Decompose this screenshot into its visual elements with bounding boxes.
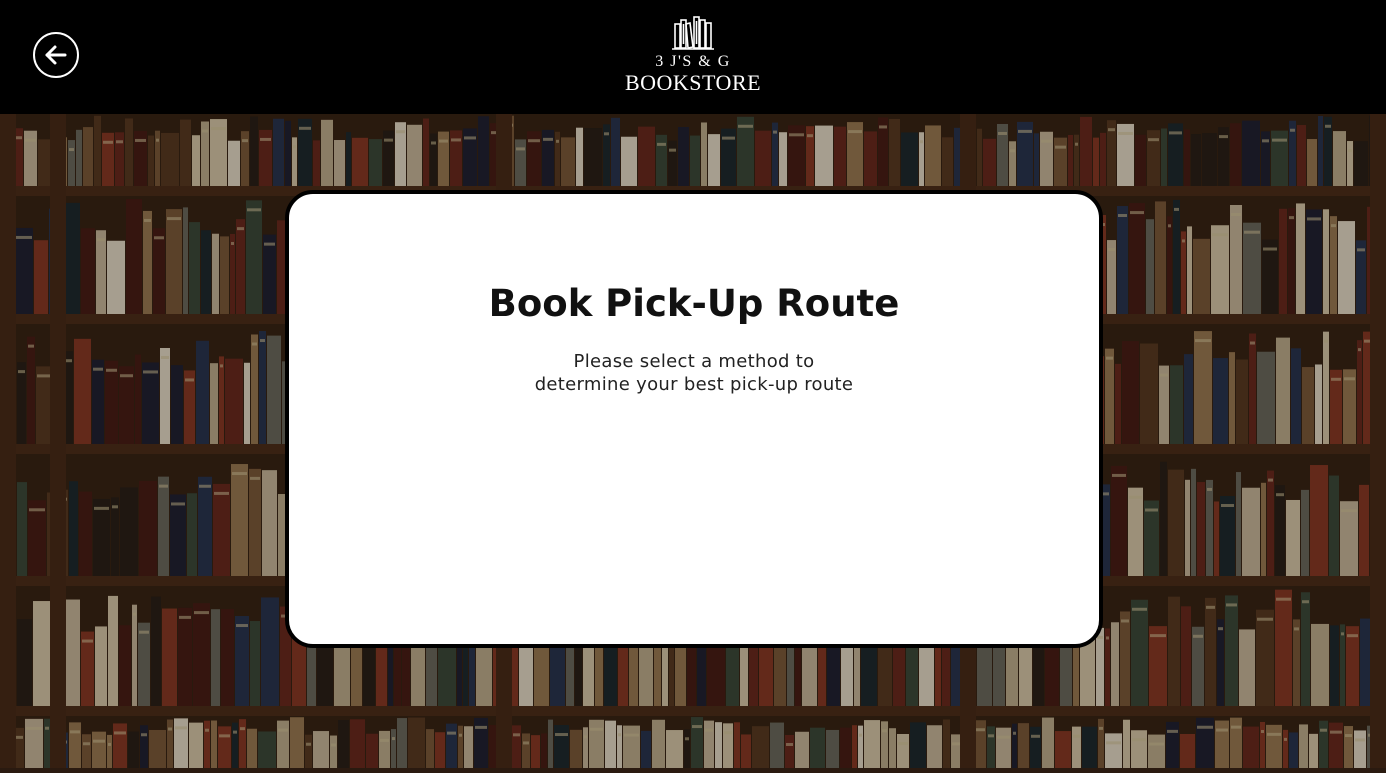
logo-line2: BOOKSTORE [624, 70, 762, 95]
subtitle-line1: Please select a method to [573, 351, 815, 372]
route-card: Book Pick-Up Route Please select a metho… [285, 190, 1103, 648]
page-title: Book Pick-Up Route [488, 282, 900, 325]
top-bar: 3 J'S & G BOOKSTORE [0, 0, 1386, 114]
store-logo: 3 J'S & G BOOKSTORE [0, 14, 1386, 95]
subtitle-line2: determine your best pick-up route [534, 374, 854, 395]
page-subtitle: Please select a method to determine your… [289, 350, 1099, 396]
bookshelf-icon [672, 16, 714, 50]
logo-line1: 3 J'S & G [655, 53, 731, 70]
